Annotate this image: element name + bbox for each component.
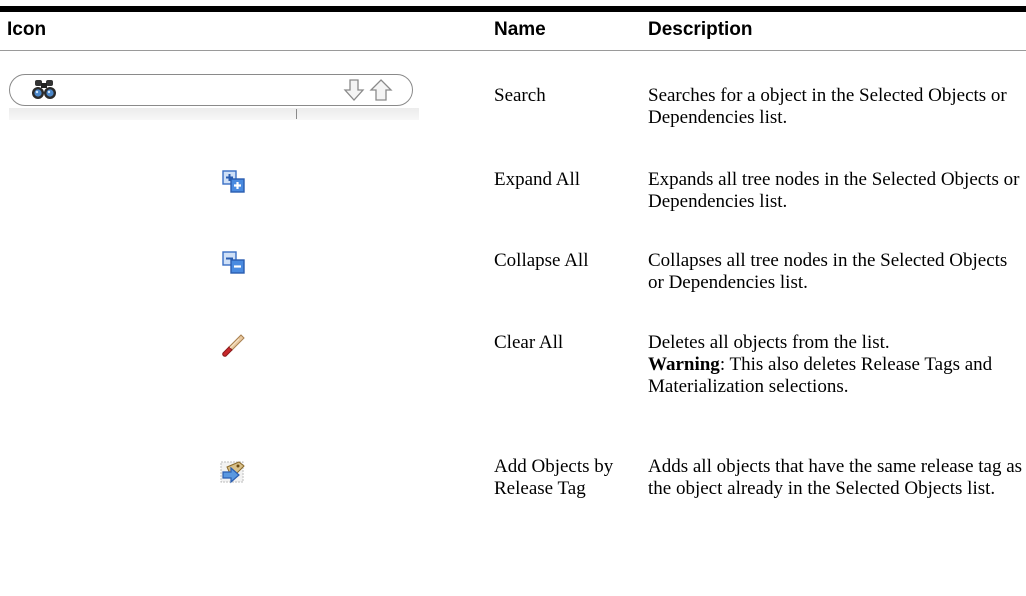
expand-all-icon [222,170,245,193]
search-widget-tick [296,109,297,119]
header-description: Description [648,19,753,40]
binoculars-icon [32,80,56,99]
row-description-text: Deletes all objects from the list. [648,332,890,353]
row-name: Clear All [494,332,564,353]
arrow-up-icon [369,79,393,101]
add-by-tag-icon [220,461,245,484]
row-description: Deletes all objects from the list. Warni… [648,332,1026,398]
row-description: Expands all tree nodes in the Selected O… [648,169,1020,212]
row-description: Adds all objects that have the same rele… [648,456,1023,499]
search-field-icon [9,74,413,106]
row-description: Searches for a object in the Selected Ob… [648,85,1007,128]
row-description: Collapses all tree nodes in the Selected… [648,250,1008,293]
row-name: Expand All [494,169,581,190]
arrow-down-icon [343,79,365,101]
collapse-all-icon [222,251,245,274]
header-name: Name [494,19,546,40]
row-name: Search [494,85,546,106]
warning-label: Warning [648,354,720,375]
header-divider [0,50,1026,51]
search-widget-shadow [9,108,419,120]
top-rule [0,6,1026,12]
eraser-icon [222,334,245,357]
row-name: Add Objects by Release Tag [494,456,614,499]
row-name: Collapse All [494,250,589,271]
header-icon: Icon [7,19,47,40]
